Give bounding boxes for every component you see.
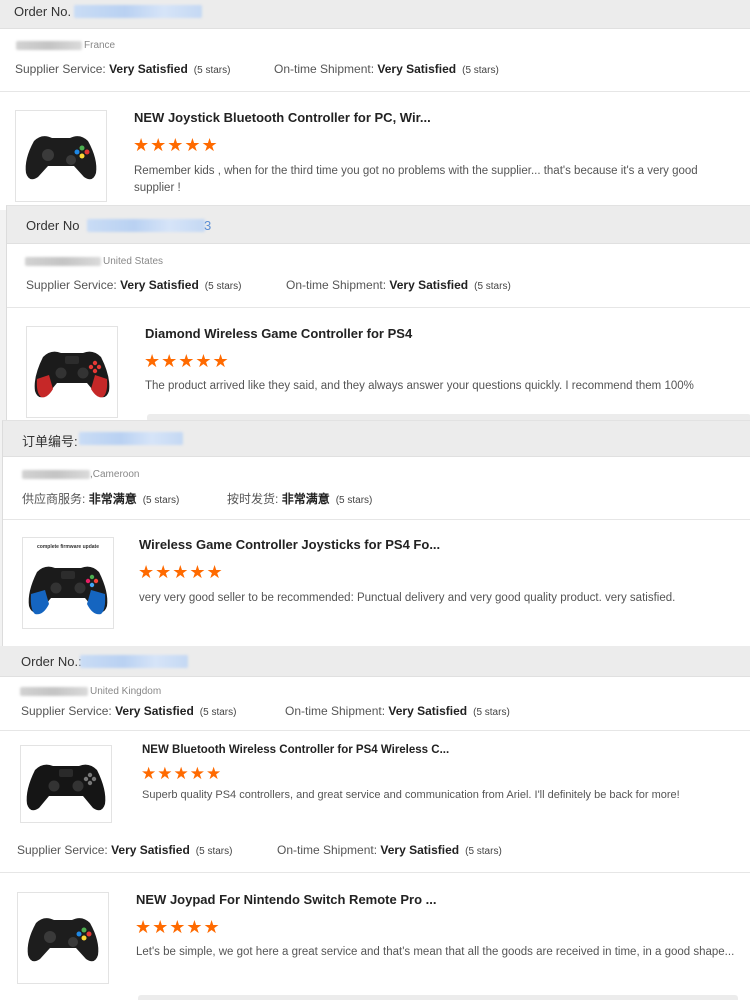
- buyer-country: United States: [103, 256, 164, 267]
- shipment-rating: On-time Shipment: Very Satisfied (5 stars…: [286, 278, 511, 292]
- product-thumbnail[interactable]: [17, 892, 109, 984]
- blue-ps4-controller-icon: [28, 566, 108, 615]
- supplier-service-rating: Supplier Service: Very Satisfied (5 stars…: [15, 62, 231, 76]
- supplier-service-rating: Supplier Service: Very Satisfied (5 stars…: [17, 843, 233, 857]
- order-header: 订单编号:: [3, 421, 750, 457]
- product-thumbnail[interactable]: [26, 326, 118, 418]
- black-ps4-controller-icon: [26, 764, 106, 811]
- black-gamepad-icon: [25, 136, 97, 180]
- buyer-name-blurred: [22, 470, 90, 479]
- buyer-name-blurred: [25, 257, 101, 266]
- divider: [3, 519, 750, 520]
- divider: [7, 307, 750, 308]
- shipment-rating: 按时发货: 非常满意 (5 stars): [227, 492, 373, 506]
- star-rating: ★★★★★: [133, 135, 219, 155]
- star-rating: ★★★★★: [135, 917, 221, 937]
- review-text: very very good seller to be recommended:…: [139, 592, 676, 604]
- order-number-label: Order No.: [14, 4, 72, 19]
- thumbnail-caption: complete firmware update: [37, 544, 99, 550]
- star-rating: ★★★★★: [144, 351, 230, 371]
- product-title-link[interactable]: NEW Bluetooth Wireless Controller for PS…: [142, 744, 449, 756]
- product-title-link[interactable]: Diamond Wireless Game Controller for PS4: [145, 326, 412, 341]
- divider: [0, 91, 750, 92]
- reply-box-placeholder: [138, 995, 738, 1000]
- supplier-service-rating: Supplier Service: Very Satisfied (5 stars…: [26, 278, 242, 292]
- order-header: Order No.: [0, 0, 750, 29]
- order-number-suffix: 3: [204, 218, 212, 233]
- review-card-2: Order No 3 United States Supplier Servic…: [6, 205, 750, 421]
- buyer-country: ,Cameroon: [90, 469, 140, 480]
- shipment-rating: On-time Shipment: Very Satisfied (5 stars…: [277, 843, 502, 857]
- order-header: Order No 3: [7, 206, 750, 244]
- product-title-link[interactable]: Wireless Game Controller Joysticks for P…: [139, 537, 440, 552]
- order-header: Order No.:: [0, 646, 750, 677]
- shipment-rating: On-time Shipment: Very Satisfied (5 stars…: [285, 704, 510, 718]
- review-card-5: Supplier Service: Very Satisfied (5 stars…: [0, 835, 750, 1000]
- product-title-link[interactable]: NEW Joypad For Nintendo Switch Remote Pr…: [136, 892, 436, 907]
- order-number-blurred: [74, 5, 202, 18]
- review-card-3: 订单编号: ,Cameroon 供应商服务: 非常满意 (5 stars) 按时发…: [2, 420, 750, 647]
- supplier-service-rating: 供应商服务: 非常满意 (5 stars): [22, 492, 180, 506]
- buyer-name-blurred: [20, 687, 88, 696]
- buyer-name-blurred: [16, 41, 82, 50]
- black-gamepad-icon: [27, 918, 99, 962]
- star-rating: ★★★★★: [141, 764, 223, 783]
- review-text: Remember kids , when for the third time …: [134, 165, 698, 194]
- supplier-service-rating: Supplier Service: Very Satisfied (5 stars…: [21, 704, 237, 718]
- review-text: Let's be simple, we got here a great ser…: [136, 946, 735, 958]
- product-thumbnail[interactable]: [15, 110, 107, 202]
- buyer-country: United Kingdom: [90, 686, 162, 697]
- shipment-rating: On-time Shipment: Very Satisfied (5 stars…: [274, 62, 499, 76]
- order-number-label: Order No: [26, 218, 80, 233]
- order-number-label: 订单编号:: [22, 434, 78, 449]
- buyer-country: France: [84, 40, 116, 51]
- review-card-4: Order No.: United Kingdom Supplier Servi…: [0, 646, 750, 835]
- star-rating: ★★★★★: [138, 562, 224, 582]
- order-number-blurred: [80, 655, 188, 668]
- order-number-label: Order No.:: [21, 654, 82, 669]
- product-title-link[interactable]: NEW Joystick Bluetooth Controller for PC…: [134, 110, 431, 125]
- review-text: The product arrived like they said, and …: [145, 380, 694, 392]
- product-thumbnail[interactable]: [20, 745, 112, 823]
- divider: [0, 872, 750, 873]
- red-ps4-controller-icon: [34, 351, 110, 398]
- divider: [0, 730, 750, 731]
- review-text: Superb quality PS4 controllers, and grea…: [142, 789, 680, 801]
- review-card-1: Order No. France Supplier Service: Very …: [0, 0, 750, 210]
- product-thumbnail[interactable]: complete firmware update: [22, 537, 114, 629]
- order-number-blurred: [87, 219, 205, 232]
- order-number-blurred: [79, 432, 183, 445]
